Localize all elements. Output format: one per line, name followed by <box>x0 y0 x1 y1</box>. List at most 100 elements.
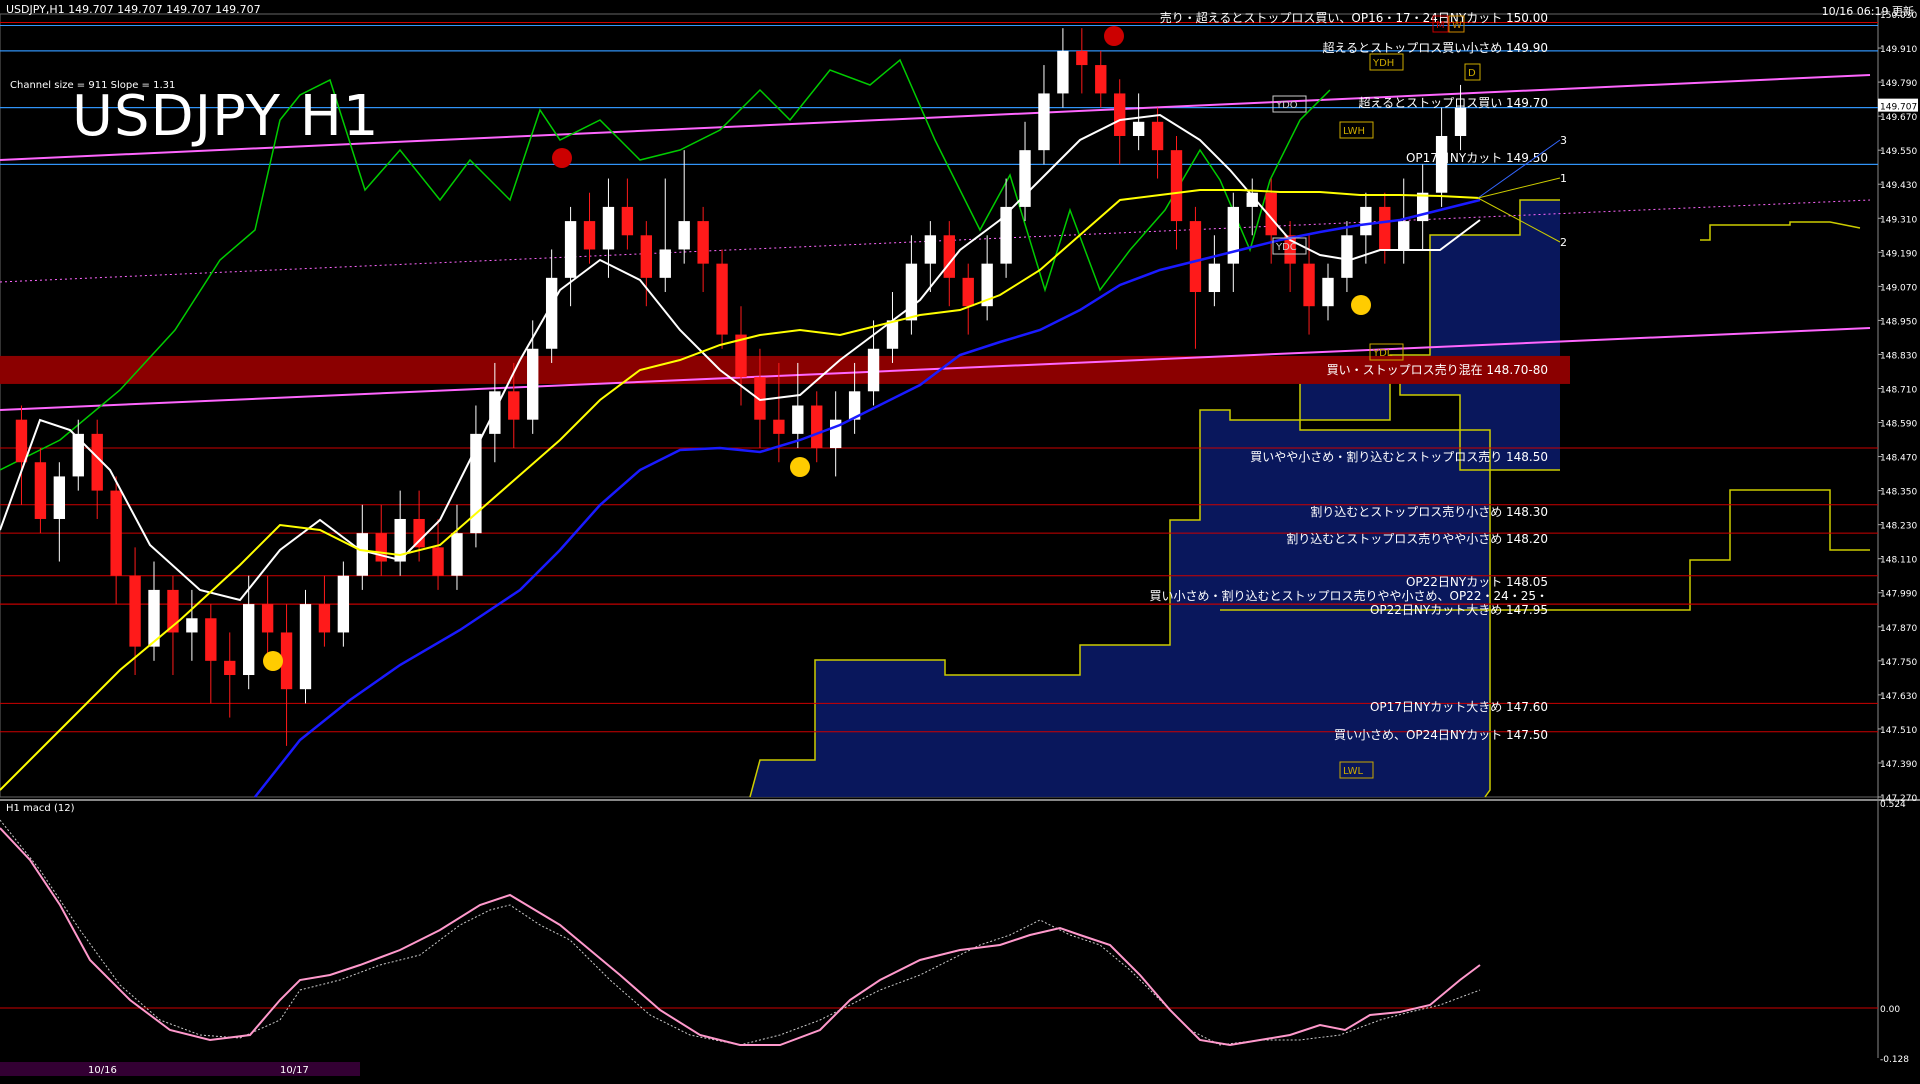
candle-body <box>659 249 671 278</box>
candle-body <box>1095 65 1107 94</box>
candle-body <box>564 221 577 278</box>
candle-body <box>508 391 520 420</box>
candle-body <box>1114 93 1126 136</box>
macd-main-line <box>0 827 1481 1047</box>
fan-label: 3 <box>1560 134 1567 147</box>
signal-marker <box>1104 26 1124 46</box>
candle-body <box>867 348 880 392</box>
candle-body <box>15 419 28 463</box>
candle-body <box>905 263 918 321</box>
candle-body <box>792 405 804 434</box>
candle-body <box>72 433 84 477</box>
candle-body <box>318 604 331 633</box>
candle-body <box>1170 150 1183 222</box>
level-label: OP22日NYカット 148.05 <box>1406 575 1548 589</box>
marker-label: LWL <box>1343 766 1364 777</box>
candle-body <box>962 277 974 307</box>
candle-body <box>583 221 596 250</box>
macd-tick-label: -0.128 <box>1880 1055 1909 1065</box>
fan-line <box>1477 139 1561 199</box>
y-tick-label: 149.190 <box>1880 249 1917 259</box>
fan-label: 1 <box>1560 172 1567 185</box>
fan-label: 2 <box>1560 236 1567 249</box>
y-tick-label: 148.350 <box>1880 488 1917 498</box>
marker-label: D <box>1468 68 1476 79</box>
candle-body <box>1416 192 1429 222</box>
candle-body <box>1208 263 1221 293</box>
y-tick-label: 147.510 <box>1880 726 1917 736</box>
zone-label: 買い・ストップロス売り混在 148.70-80 <box>1327 362 1548 377</box>
candle-body <box>1076 50 1088 66</box>
y-tick-label: 148.590 <box>1880 420 1917 430</box>
y-tick-label: 149.310 <box>1880 215 1917 225</box>
marker-label: LWH <box>1343 126 1365 137</box>
y-tick-label: 147.990 <box>1880 590 1917 600</box>
candle-body <box>1227 206 1239 264</box>
candle-body <box>1038 93 1050 151</box>
candle-body <box>1341 235 1353 278</box>
candle-body <box>261 604 274 633</box>
y-tick-label: 148.110 <box>1880 556 1917 566</box>
chart-title: USDJPY H1 <box>72 84 380 149</box>
candle-body <box>53 476 66 519</box>
y-tick-label: 149.430 <box>1880 181 1917 191</box>
datetime-header: 10/16 06:19 更新 <box>1821 5 1914 18</box>
signal-marker <box>1351 295 1371 315</box>
candle-body <box>432 547 444 576</box>
candle-body <box>1189 221 1202 293</box>
chart-svg: 150.030149.910149.790149.670149.550149.4… <box>0 10 1920 1076</box>
candle-body <box>1057 50 1069 94</box>
candle-body <box>224 660 236 676</box>
level-label: OP17日NYカット大きめ 147.60 <box>1370 700 1548 714</box>
candle-body <box>1454 107 1467 136</box>
y-tick-label: 149.790 <box>1880 79 1917 89</box>
y-tick-label: 147.630 <box>1880 692 1917 702</box>
candle-body <box>1322 277 1334 307</box>
candle-body <box>1000 206 1012 264</box>
candle-body <box>640 235 653 278</box>
y-tick-label: 148.830 <box>1880 351 1917 361</box>
candle-body <box>34 462 47 519</box>
y-tick-label: 148.710 <box>1880 385 1917 395</box>
date-label: 10/16 <box>88 1065 117 1076</box>
level-label: OP22日NYカット大きめ 147.95 <box>1370 603 1548 617</box>
level-label: 超えるとストップロス買い 149.70 <box>1359 95 1548 110</box>
candle-body <box>773 419 785 434</box>
candle-body <box>943 235 955 278</box>
signal-marker <box>790 457 810 477</box>
candle-body <box>1132 121 1145 136</box>
candle-body <box>527 348 539 420</box>
current-price-label: 149.707 <box>1880 103 1917 113</box>
marker-label: YDL <box>1372 348 1393 359</box>
candle-body <box>754 377 766 420</box>
y-tick-label: 149.070 <box>1880 283 1917 293</box>
macd-tick-label: 0.00 <box>1880 1005 1900 1015</box>
cloud-span-upper <box>1700 221 1861 241</box>
level-label: 割り込むとストップロス売りやや小さめ 148.20 <box>1286 531 1548 546</box>
marker-label: YDC <box>1275 242 1297 253</box>
candle-body <box>299 604 312 690</box>
candle-body <box>1360 206 1372 236</box>
date-label: 10/17 <box>280 1065 309 1076</box>
candle-body <box>621 206 634 236</box>
y-tick-label: 148.230 <box>1880 522 1917 532</box>
level-label: 超えるとストップロス買い小さめ 149.90 <box>1323 40 1548 55</box>
y-tick-label: 147.750 <box>1880 658 1917 668</box>
macd-signal-line <box>0 819 1481 1046</box>
macd-label: H1 macd (12) <box>6 803 75 814</box>
level-label: 買い小さめ、OP24日NYカット 147.50 <box>1334 728 1548 742</box>
candle-body <box>489 391 501 434</box>
fan-line <box>1477 177 1561 199</box>
candle-body <box>1379 206 1391 250</box>
candle-body <box>129 575 141 647</box>
candle-body <box>337 575 350 633</box>
level-label: OP17日NYカット 149.50 <box>1406 151 1548 165</box>
candle-body <box>678 221 690 250</box>
candle-body <box>205 618 217 661</box>
marker-label: YDH <box>1372 58 1394 69</box>
y-tick-label: 149.550 <box>1880 147 1917 157</box>
macd-tick-label: 0.524 <box>1880 800 1906 810</box>
candle-body <box>811 405 823 449</box>
candle-body <box>186 618 198 633</box>
y-tick-label: 147.390 <box>1880 760 1917 770</box>
